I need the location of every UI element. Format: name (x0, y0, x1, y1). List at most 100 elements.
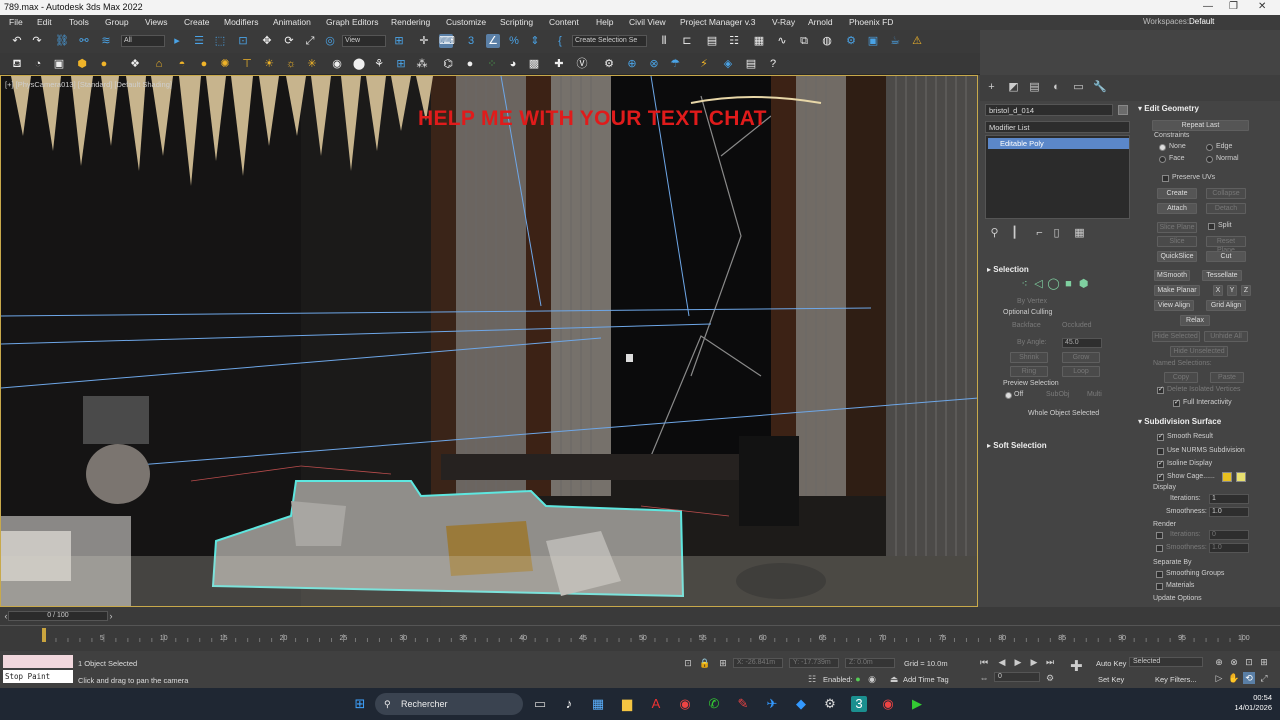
time-slider-next-icon[interactable]: › (105, 610, 117, 622)
store-icon[interactable]: ▦ (590, 696, 606, 712)
planar-x-button[interactable]: X (1213, 285, 1223, 296)
quickslice-button[interactable]: QuickSlice (1157, 251, 1197, 262)
previous-frame-icon[interactable]: ◀ (996, 656, 1008, 668)
vray-vfb-icon[interactable]: ◈ (721, 57, 735, 71)
x-coordinate-field[interactable]: X: -26.841m (733, 658, 783, 668)
green-app-icon[interactable]: ▶ (909, 696, 925, 712)
show-end-result-icon[interactable]: ┃ (1008, 227, 1021, 240)
create-tab-icon[interactable]: + (985, 81, 998, 94)
help-icon[interactable]: ? (766, 57, 780, 71)
rectangular-selection-icon[interactable]: ⬚ (213, 34, 227, 48)
vray-fur-icon[interactable]: ✚ (552, 57, 566, 71)
auto-key-button[interactable]: Auto Key (1096, 659, 1126, 668)
menu-file[interactable]: File (9, 17, 23, 27)
maximize-icon[interactable]: ❐ (1229, 1, 1238, 12)
close-icon[interactable]: ✕ (1258, 1, 1266, 12)
workspaces-dropdown[interactable]: Default (1189, 17, 1214, 26)
cut-button[interactable]: Cut (1206, 251, 1246, 262)
add-time-tag-label[interactable]: Add Time Tag (903, 675, 949, 684)
detach-button[interactable]: Detach (1206, 203, 1246, 214)
select-object-icon[interactable]: ▸ (170, 34, 184, 48)
slice-button[interactable]: Slice (1157, 236, 1197, 247)
occluded-checkbox[interactable]: Occluded (1062, 322, 1092, 329)
spinner-snap-icon[interactable]: ⇕ (528, 34, 542, 48)
windows-start-icon[interactable]: ⊞ (352, 696, 368, 712)
key-selection-dropdown[interactable]: Selected (1129, 657, 1203, 667)
bind-space-warp-icon[interactable]: ≋ (99, 34, 113, 48)
paste-button[interactable]: Paste (1210, 372, 1244, 383)
menu-customize[interactable]: Customize (446, 17, 486, 27)
preview-multi-label[interactable]: Multi (1087, 391, 1102, 398)
vray-bake-icon[interactable]: ⚡ (697, 57, 711, 71)
menu-civil-view[interactable]: Civil View (629, 17, 666, 27)
reference-coordinate-dropdown[interactable]: View (342, 35, 386, 47)
menu-scripting[interactable]: Scripting (500, 17, 533, 27)
vray-lister-icon[interactable]: ☂ (668, 57, 682, 71)
key-mode-icon[interactable]: ⇔ (978, 672, 990, 684)
vray-plane-icon[interactable]: ⊞ (394, 57, 408, 71)
grid-align-button[interactable]: Grid Align (1206, 300, 1246, 311)
goto-start-icon[interactable]: ⏮ (978, 656, 990, 668)
vertex-mode-icon[interactable]: ⁖ (1018, 278, 1031, 291)
sphere-primitive-icon[interactable]: ● (463, 57, 477, 71)
viewport-camera[interactable]: [+] [PhysCamera013] [Standard] [Default … (0, 75, 978, 607)
polygon-mode-icon[interactable]: ■ (1062, 278, 1075, 291)
vray-light-properties-icon[interactable]: ⊗ (647, 57, 661, 71)
mesh-light-icon[interactable]: ⊤ (240, 57, 254, 71)
time-tag-toggle-icon[interactable]: ◉ (866, 673, 878, 685)
show-cage-checkbox[interactable] (1157, 472, 1164, 481)
modify-tab-icon[interactable]: ◩ (1007, 81, 1020, 94)
modifier-list-dropdown[interactable]: Modifier List (985, 121, 1130, 133)
next-frame-icon[interactable]: ▶ (1028, 656, 1040, 668)
key-filters-button[interactable]: Key Filters... (1155, 675, 1197, 684)
link-icon[interactable]: ⛓ (55, 34, 69, 48)
reset-plane-button[interactable]: Reset Plane (1206, 236, 1246, 254)
hide-selected-button[interactable]: Hide Selected (1152, 331, 1200, 342)
backface-checkbox[interactable]: Backface (1012, 322, 1041, 329)
teapot-icon[interactable]: ⛾ (10, 57, 24, 71)
vray-render-icon[interactable]: ◔ (31, 57, 45, 71)
frame-buffer-icon[interactable]: ▣ (52, 57, 66, 71)
render-smoothness-checkbox[interactable] (1156, 545, 1163, 552)
3ds-max-icon[interactable]: 3 (851, 696, 867, 712)
scale-icon[interactable]: ⤢ (303, 34, 317, 48)
planar-z-button[interactable]: Z (1241, 285, 1251, 296)
light-lister-icon[interactable]: ☼ (284, 57, 298, 71)
minimize-icon[interactable]: — (1203, 1, 1213, 12)
display-iterations-spinner[interactable]: 1 (1209, 494, 1249, 504)
toggle-scene-explorer-icon[interactable]: ▤ (705, 34, 719, 48)
curve-editor-icon[interactable]: ∿ (775, 34, 789, 48)
sun-icon[interactable]: ● (197, 57, 211, 71)
absolute-mode-icon[interactable]: ⊞ (717, 657, 729, 669)
create-button[interactable]: Create (1157, 188, 1197, 199)
view-align-button[interactable]: View Align (1154, 300, 1194, 311)
keyboard-shortcut-override-icon[interactable]: ⌨ (439, 34, 455, 48)
render-setup-icon[interactable]: ⚙ (844, 34, 858, 48)
task-view-icon[interactable]: ▭ (532, 696, 548, 712)
zoom-extents-icon[interactable]: ⊡ (1243, 656, 1255, 668)
time-slider-frame[interactable]: 0 / 100 (8, 611, 108, 621)
adaptive-degradation-icon[interactable]: ☷ (806, 673, 818, 685)
stack-item-editable-poly[interactable]: Editable Poly (988, 138, 1129, 149)
named-selection-dropdown[interactable]: Create Selection Se (572, 35, 647, 47)
app-icon-red[interactable]: ✎ (735, 696, 751, 712)
by-vertex-checkbox[interactable]: By Vertex (1017, 298, 1047, 305)
menu-tools[interactable]: Tools (69, 17, 89, 27)
snaps-toggle-icon[interactable]: 3 (464, 34, 478, 48)
fur-icon[interactable]: ⚘ (372, 57, 386, 71)
vray-light-icon[interactable]: ⬢ (75, 57, 89, 71)
constraint-face-radio[interactable] (1159, 156, 1166, 163)
ies-light-icon[interactable]: ● (97, 57, 111, 71)
sphere-light-icon[interactable]: ◓ (175, 57, 189, 71)
hierarchy-tab-icon[interactable]: ▤ (1028, 81, 1041, 94)
shrink-button[interactable]: Shrink (1010, 352, 1048, 363)
set-key-button[interactable]: Set Key (1098, 675, 1124, 684)
object-color-swatch[interactable] (1118, 105, 1128, 115)
motion-tab-icon[interactable]: ◐ (1050, 81, 1063, 94)
selection-filter-dropdown[interactable]: All (121, 35, 165, 47)
align-icon[interactable]: ⊏ (680, 34, 694, 48)
rotate-icon[interactable]: ⟳ (282, 34, 296, 48)
settings-icon[interactable]: ⚙ (822, 696, 838, 712)
zoom-all-icon[interactable]: ⊗ (1228, 656, 1240, 668)
percent-snap-icon[interactable]: % (507, 34, 521, 48)
